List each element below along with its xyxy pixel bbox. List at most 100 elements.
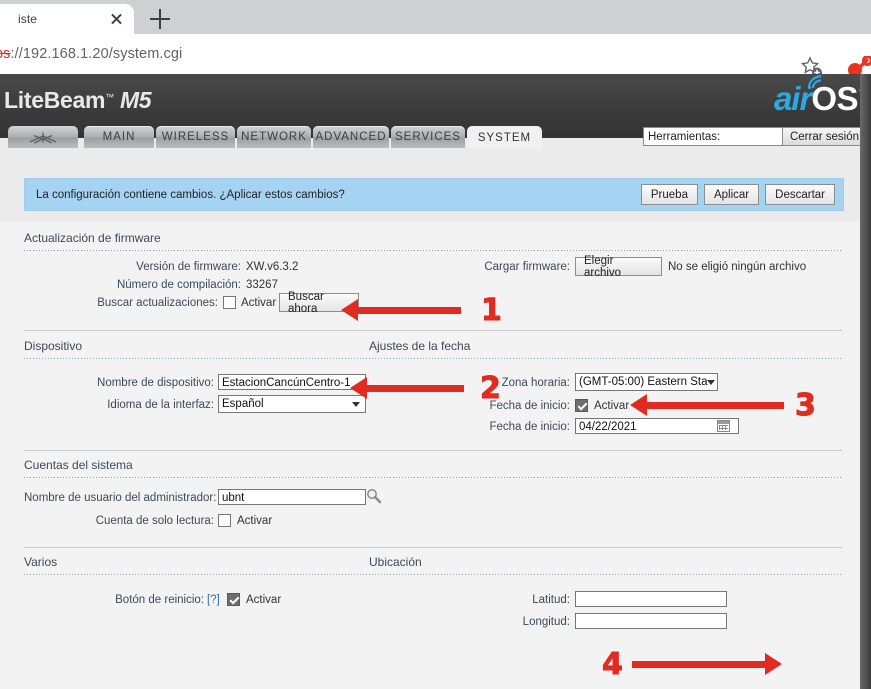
apply-button[interactable]: Aplicar xyxy=(704,184,759,205)
firmware-version-label: Versión de firmware: xyxy=(24,261,241,273)
section-title-accounts: Cuentas del sistema xyxy=(24,458,133,472)
airos-page: LiteBeam™ M5 airOS™ xyxy=(0,74,871,689)
calendar-icon[interactable] xyxy=(717,420,730,432)
interface-language-value: Español xyxy=(222,398,264,410)
readonly-account-activate-label: Activar xyxy=(237,515,272,527)
section-title-misc: Varios xyxy=(24,555,57,569)
annotation-arrow-3-head xyxy=(630,394,647,416)
annotation-number-1: 1 xyxy=(481,293,502,328)
notice-text: La configuración contiene cambios. ¿Apli… xyxy=(25,189,641,201)
section-divider xyxy=(24,358,420,359)
section-title-date: Ajustes de la fecha xyxy=(369,339,470,353)
annotation-number-2: 2 xyxy=(480,371,501,406)
reset-button-checkbox[interactable] xyxy=(227,593,240,606)
url-text: https://192.168.1.20/system.cgi xyxy=(0,46,182,62)
main-nav: MAIN WIRELESS NETWORK ADVANCED SERVICES … xyxy=(0,126,871,150)
build-number-label: Número de compilación: xyxy=(24,279,241,291)
check-updates-checkbox[interactable] xyxy=(223,296,236,309)
section-title-location: Ubicación xyxy=(369,555,422,569)
product-brand: LiteBeam™ M5 xyxy=(4,87,151,114)
readonly-account-label: Cuenta de solo lectura: xyxy=(24,515,214,527)
annotation-number-3: 3 xyxy=(795,388,816,423)
section-divider xyxy=(369,358,842,359)
settings-body: Actualización de firmware Versión de fir… xyxy=(0,222,860,689)
latitude-input[interactable] xyxy=(575,591,727,607)
check-updates-enable-label: Activar xyxy=(241,297,276,309)
brand-name: LiteBeam xyxy=(4,87,105,113)
nav-tab-network[interactable]: NETWORK xyxy=(237,126,311,148)
timezone-select[interactable]: (GMT-05:00) Eastern Sta xyxy=(575,373,718,391)
url-scheme: https xyxy=(0,46,11,62)
startup-date-label: Fecha de inicio: xyxy=(424,421,570,433)
section-title-firmware: Actualización de firmware xyxy=(24,231,161,245)
nav-tab-wireless[interactable]: WIRELESS xyxy=(156,126,235,148)
section-divider xyxy=(369,574,842,575)
annotation-arrow-3-line xyxy=(647,402,784,409)
nav-tab-label: SYSTEM xyxy=(478,132,531,144)
section-rule xyxy=(24,330,842,331)
readonly-account-checkbox[interactable] xyxy=(218,514,231,527)
discard-button[interactable]: Descartar xyxy=(765,184,835,205)
nav-tab-system[interactable]: SYSTEM xyxy=(467,126,542,149)
section-title-device: Dispositivo xyxy=(24,339,82,353)
annotation-arrow-1-head xyxy=(341,299,358,321)
test-button[interactable]: Prueba xyxy=(641,184,698,205)
notice-buttons: Prueba Aplicar Descartar xyxy=(641,184,843,205)
window-edge xyxy=(860,74,871,689)
reset-button-help-link[interactable]: [?] xyxy=(207,594,220,606)
interface-language-select[interactable]: Español xyxy=(218,395,366,413)
new-tab-button[interactable] xyxy=(146,6,174,32)
nav-tab-advanced[interactable]: ADVANCED xyxy=(313,126,389,148)
annotation-number-4: 4 xyxy=(602,647,623,682)
longitude-label: Longitud: xyxy=(424,616,570,628)
section-divider xyxy=(24,574,385,575)
close-icon[interactable] xyxy=(106,8,128,30)
chevron-down-icon xyxy=(707,380,715,385)
annotation-arrow-2-line xyxy=(367,385,464,392)
browser-tab[interactable]: iste xyxy=(0,4,134,34)
section-divider xyxy=(24,250,842,251)
brand-tm: ™ xyxy=(105,92,114,102)
config-change-notice: La configuración contiene cambios. ¿Apli… xyxy=(24,178,844,211)
airos-logo: airOS™ xyxy=(774,80,867,124)
annotation-arrow-4-head xyxy=(765,653,782,675)
timezone-value: (GMT-05:00) Eastern Sta xyxy=(579,376,707,388)
airos-logo-os: OS xyxy=(811,80,858,117)
startup-date-input[interactable]: 04/22/2021 xyxy=(575,418,739,434)
nav-tab-services[interactable]: SERVICES xyxy=(391,126,465,148)
nav-tab-label: WIRELESS xyxy=(162,131,229,143)
nav-tab-label: MAIN xyxy=(103,131,136,143)
longitude-input[interactable] xyxy=(575,613,727,629)
page-header: LiteBeam™ M5 airOS™ xyxy=(0,74,871,138)
tools-dropdown-label: Herramientas: xyxy=(648,131,720,143)
key-icon[interactable] xyxy=(366,488,382,504)
section-rule xyxy=(24,450,842,451)
nav-tab-label: NETWORK xyxy=(241,131,307,143)
choose-file-button[interactable]: Elegir archivo xyxy=(575,257,662,276)
latitude-label: Latitud: xyxy=(424,594,570,606)
nav-tab-label: ADVANCED xyxy=(315,131,386,143)
nav-tab-main[interactable]: MAIN xyxy=(84,126,154,148)
admin-username-input[interactable]: ubnt xyxy=(218,489,366,505)
annotation-arrow-1-line xyxy=(358,307,461,314)
chevron-down-icon xyxy=(352,402,360,407)
toolbar: ro https://192.168.1.20/system.cgi xyxy=(0,34,871,74)
startup-date-checkbox[interactable] xyxy=(575,399,588,412)
annotation-arrow-2-head xyxy=(350,377,367,399)
admin-username-label: Nombre de usuario del administrador: xyxy=(24,492,214,504)
device-name-input[interactable]: EstacionCancúnCentro-1 xyxy=(218,374,366,390)
address-bar[interactable]: ro https://192.168.1.20/system.cgi xyxy=(0,38,803,70)
section-divider xyxy=(24,477,842,478)
browser-window: iste ro https://192.168.1.20/system.cgi … xyxy=(0,0,871,689)
upload-firmware-label: Cargar firmware: xyxy=(424,261,570,273)
device-name-label: Nombre de dispositivo: xyxy=(24,377,214,389)
tools-dropdown[interactable]: Herramientas: xyxy=(643,127,799,146)
upload-status-text: No se eligió ningún archivo xyxy=(668,261,806,273)
reset-button-label: Botón de reinicio: xyxy=(24,594,204,606)
annotation-arrow-4-line xyxy=(632,661,767,668)
logout-button-label: Cerrar sesión xyxy=(790,131,859,143)
build-number-value: 33267 xyxy=(246,279,278,291)
ubiquiti-logo-icon[interactable] xyxy=(8,126,78,148)
logout-button[interactable]: Cerrar sesión xyxy=(782,127,867,146)
firmware-version-value: XW.v6.3.2 xyxy=(246,261,298,273)
